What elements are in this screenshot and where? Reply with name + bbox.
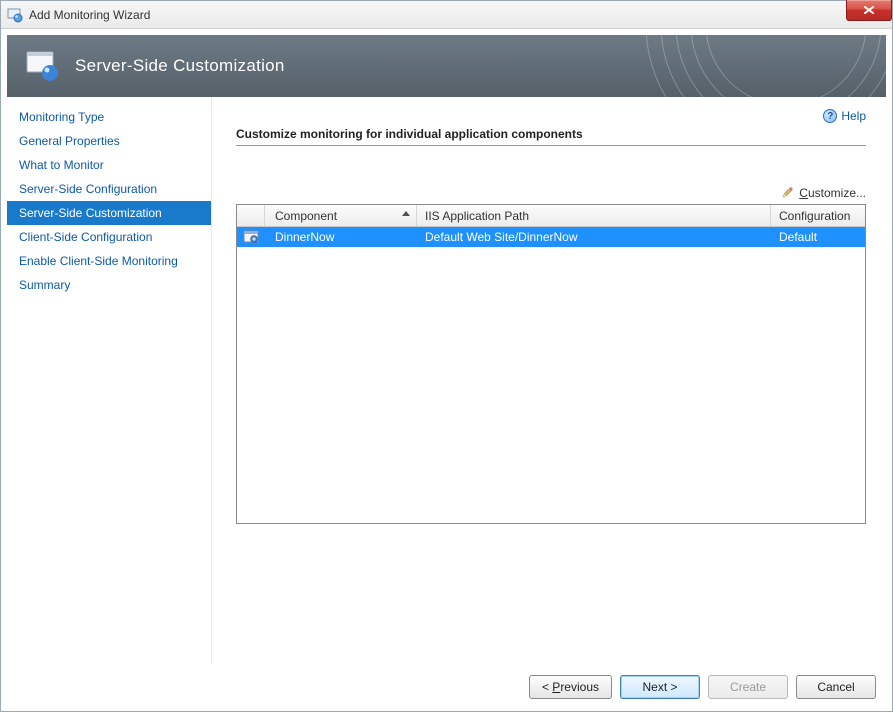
sidebar-item-monitoring-type[interactable]: Monitoring Type [7, 105, 211, 129]
column-header-icon[interactable] [237, 205, 265, 226]
next-button[interactable]: Next > [620, 675, 700, 699]
components-table: Component IIS Application Path Configura… [236, 204, 866, 524]
column-header-iis-path[interactable]: IIS Application Path [417, 205, 771, 226]
customize-label: Customize... [799, 186, 866, 200]
banner-decoration [636, 35, 886, 97]
table-header: Component IIS Application Path Configura… [237, 205, 865, 227]
sidebar-item-enable-client-side-monitoring[interactable]: Enable Client-Side Monitoring [7, 249, 211, 273]
main-panel: ? Help Customize monitoring for individu… [212, 97, 886, 663]
sidebar: Monitoring Type General Properties What … [7, 97, 212, 663]
close-button[interactable] [846, 0, 892, 21]
section-title: Customize monitoring for individual appl… [236, 127, 866, 146]
close-icon [863, 5, 875, 15]
content: Monitoring Type General Properties What … [7, 97, 886, 663]
column-header-component-label: Component [275, 209, 337, 223]
sidebar-item-server-side-configuration[interactable]: Server-Side Configuration [7, 177, 211, 201]
create-button: Create [708, 675, 788, 699]
footer: < Previous Next > Create Cancel [1, 663, 892, 711]
customize-link[interactable]: Customize... [781, 186, 866, 200]
column-header-component[interactable]: Component [265, 205, 417, 226]
sidebar-item-client-side-configuration[interactable]: Client-Side Configuration [7, 225, 211, 249]
sidebar-item-server-side-customization[interactable]: Server-Side Customization [7, 201, 211, 225]
banner: Server-Side Customization [7, 35, 886, 97]
help-label: Help [841, 109, 866, 123]
app-icon [7, 7, 23, 23]
table-row[interactable]: DinnerNow Default Web Site/DinnerNow Def… [237, 227, 865, 247]
sidebar-item-general-properties[interactable]: General Properties [7, 129, 211, 153]
sort-ascending-icon [402, 211, 410, 216]
column-header-configuration[interactable]: Configuration [771, 205, 865, 226]
banner-title: Server-Side Customization [75, 56, 285, 76]
titlebar: Add Monitoring Wizard [1, 1, 892, 29]
sidebar-item-summary[interactable]: Summary [7, 273, 211, 297]
pencil-icon [781, 186, 795, 200]
application-icon [243, 229, 259, 245]
previous-button[interactable]: < Previous [529, 675, 612, 699]
help-icon: ? [823, 109, 837, 123]
cancel-button[interactable]: Cancel [796, 675, 876, 699]
cell-iis-path: Default Web Site/DinnerNow [417, 227, 771, 247]
help-link[interactable]: ? Help [823, 109, 866, 123]
cell-configuration: Default [771, 227, 865, 247]
sidebar-item-what-to-monitor[interactable]: What to Monitor [7, 153, 211, 177]
window-title: Add Monitoring Wizard [29, 8, 150, 22]
banner-icon [25, 48, 61, 84]
cell-component: DinnerNow [265, 227, 417, 247]
